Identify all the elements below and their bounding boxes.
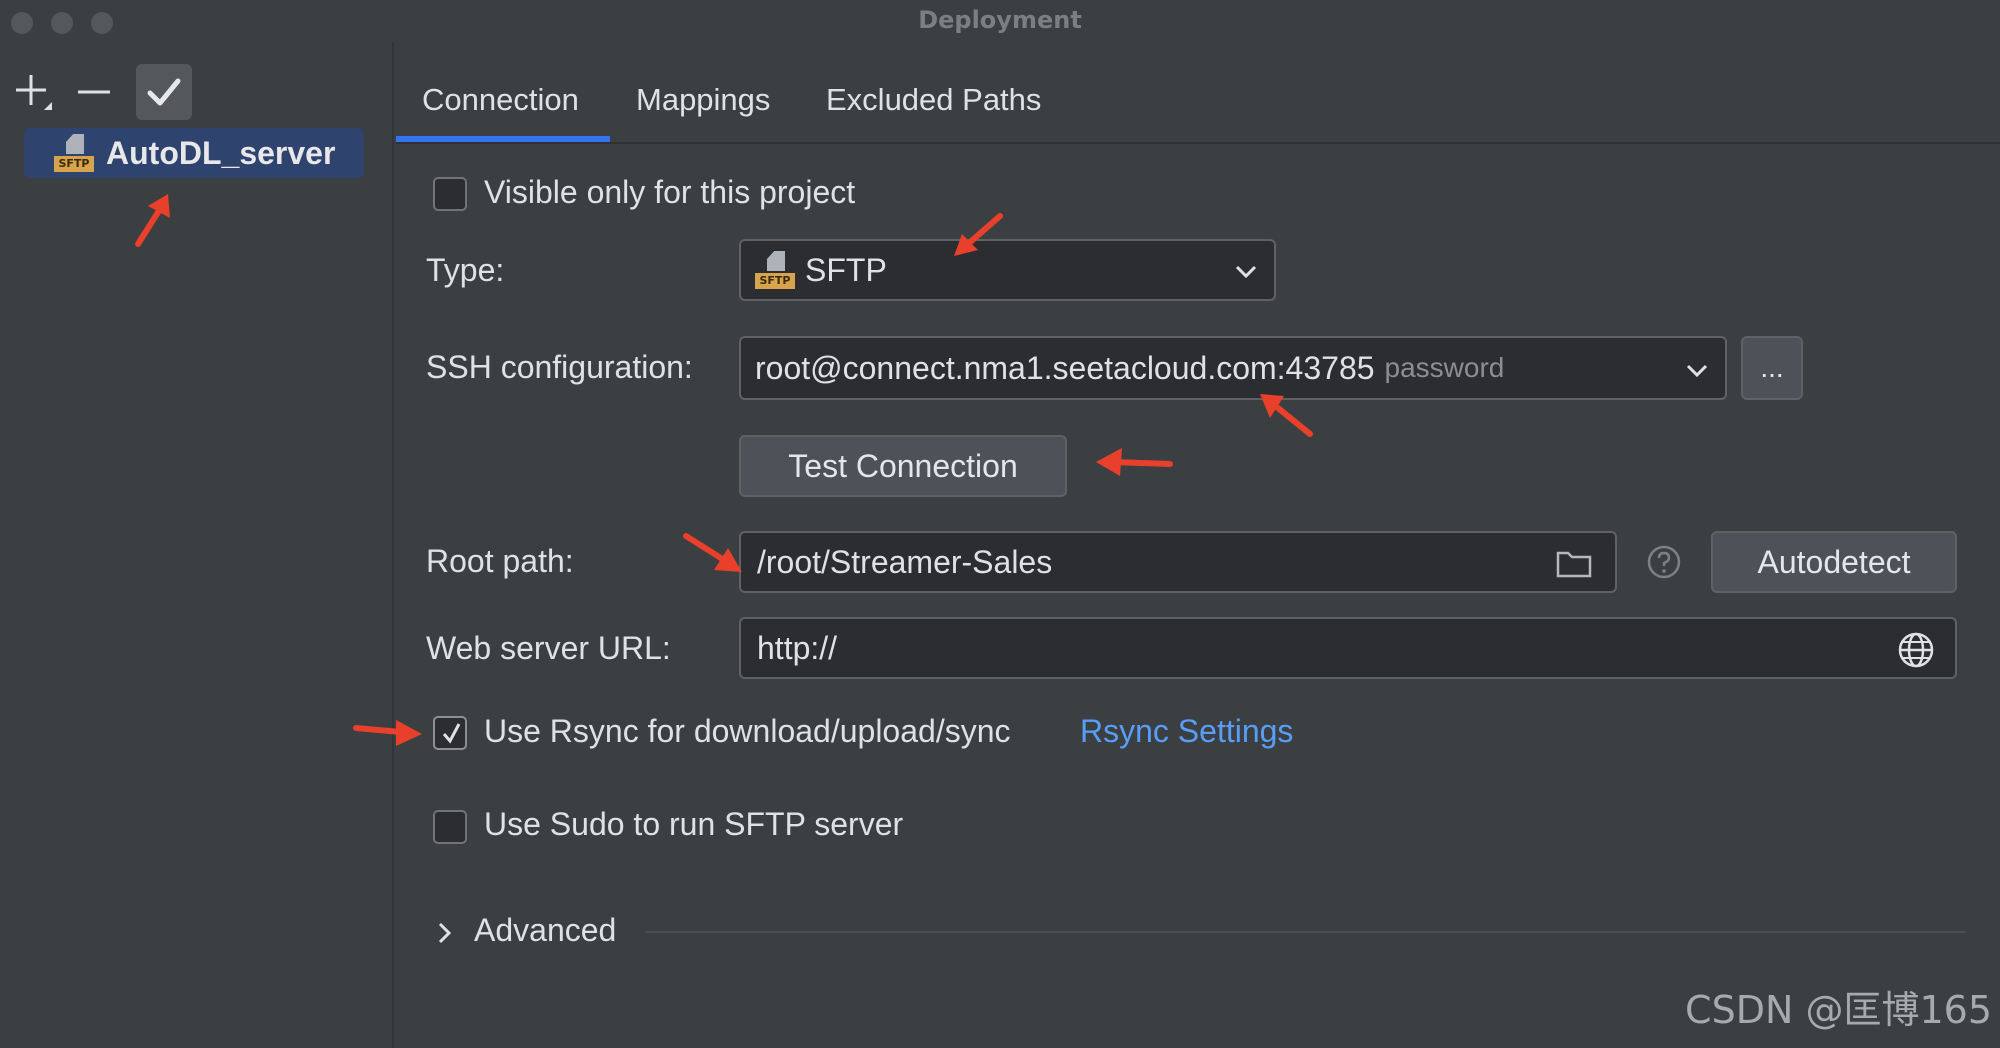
add-server-button[interactable] [4, 64, 60, 120]
minus-icon [78, 90, 110, 94]
ssh-auth-type: password [1384, 352, 1505, 383]
folder-icon[interactable] [1555, 547, 1593, 579]
chevron-right-icon[interactable] [434, 920, 456, 946]
root-path-value: /root/Streamer-Sales [757, 543, 1053, 580]
annotation-arrow-icon [954, 213, 1003, 256]
deployment-window: Deployment SFTP AutoDL_server Connection… [0, 0, 2000, 1048]
type-value: SFTP [805, 251, 887, 288]
advanced-divider [646, 931, 1966, 933]
chevron-down-icon [1235, 265, 1257, 279]
annotation-arrow-icon [353, 720, 422, 746]
root-path-input[interactable]: /root/Streamer-Sales [739, 531, 1617, 593]
sftp-icon: SFTP [54, 134, 94, 172]
server-toolbar [0, 64, 394, 124]
autodetect-button[interactable]: Autodetect [1711, 531, 1957, 593]
annotation-arrow-icon [135, 194, 170, 247]
server-list-panel: SFTP AutoDL_server [0, 42, 394, 1048]
ssh-config-label: SSH configuration: [426, 349, 693, 385]
chevron-down-icon [1686, 364, 1708, 378]
set-default-server-button[interactable] [136, 64, 192, 120]
web-server-url-label: Web server URL: [426, 630, 671, 666]
plus-icon [16, 75, 52, 110]
type-label: Type: [426, 252, 505, 288]
web-server-url-value: http:// [757, 629, 838, 666]
globe-icon[interactable] [1897, 631, 1935, 669]
sftp-icon: SFTP [755, 251, 795, 289]
use-sudo-checkbox[interactable] [433, 810, 467, 844]
watermark: CSDN @匡博165 [1685, 988, 1992, 1032]
ssh-config-dropdown[interactable]: root@connect.nma1.seetacloud.com:43785 p… [739, 336, 1727, 400]
checkmark-icon [442, 723, 461, 744]
tab-mappings[interactable]: Mappings [636, 82, 770, 118]
visible-only-checkbox[interactable] [433, 177, 467, 211]
tab-bar: Connection Mappings Excluded Paths [396, 70, 2000, 144]
rsync-settings-link[interactable]: Rsync Settings [1080, 713, 1293, 750]
window-title: Deployment [918, 6, 1082, 34]
annotation-arrow-icon [1096, 448, 1173, 476]
test-connection-button[interactable]: Test Connection [739, 435, 1067, 497]
root-path-label: Root path: [426, 543, 574, 579]
tab-excluded-paths[interactable]: Excluded Paths [826, 82, 1041, 118]
annotation-arrow-icon [683, 533, 742, 572]
title-bar: Deployment [0, 0, 2000, 42]
web-server-url-input[interactable]: http:// [739, 617, 1957, 679]
ssh-config-value: root@connect.nma1.seetacloud.com:43785 [755, 349, 1375, 386]
annotation-arrow-icon [1260, 394, 1313, 437]
advanced-section-toggle[interactable]: Advanced [474, 912, 616, 949]
active-tab-indicator [396, 136, 610, 142]
help-icon[interactable] [1646, 544, 1682, 580]
server-list-item-autodl[interactable]: SFTP AutoDL_server [24, 128, 364, 178]
checkmark-icon [147, 78, 181, 106]
use-rsync-checkbox[interactable] [433, 716, 467, 750]
use-sudo-label: Use Sudo to run SFTP server [484, 806, 904, 842]
ssh-config-browse-button[interactable]: ... [1741, 336, 1803, 400]
remove-server-button[interactable] [66, 64, 122, 120]
use-rsync-label: Use Rsync for download/upload/sync [484, 713, 1011, 749]
server-name: AutoDL_server [106, 134, 336, 171]
tab-connection[interactable]: Connection [422, 82, 579, 118]
visible-only-label: Visible only for this project [484, 174, 856, 210]
